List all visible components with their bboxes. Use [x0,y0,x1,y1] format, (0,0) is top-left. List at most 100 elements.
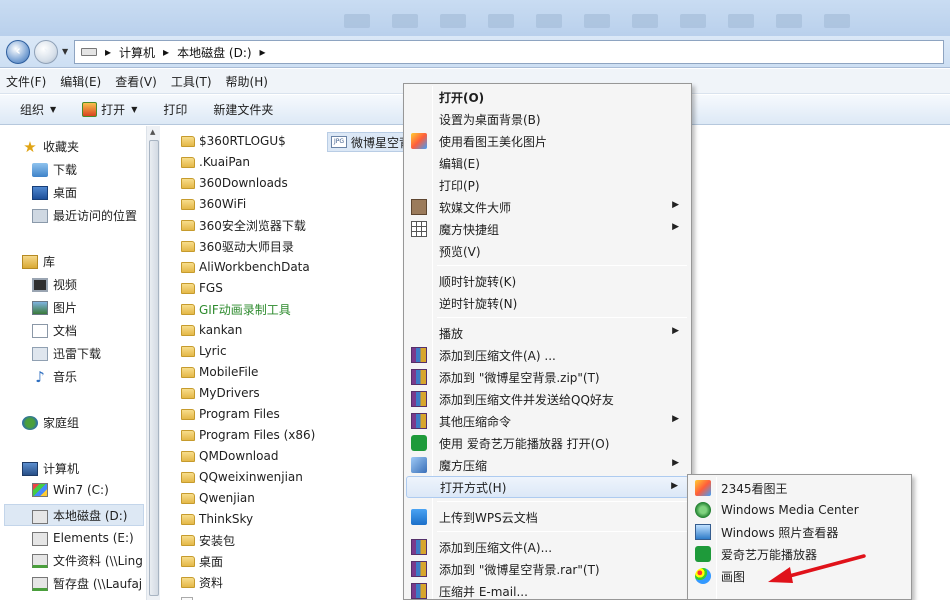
nav-item-drive-c[interactable]: Win7 (C:) [32,483,109,497]
nav-homegroup[interactable]: 家庭组 [22,414,79,431]
list-item[interactable]: Program Files [181,405,280,423]
nav-scrollbar[interactable]: ▲ [146,126,160,600]
list-item[interactable]: 360Downloads [181,174,288,192]
nav-computer[interactable]: 计算机 [22,460,79,477]
breadcrumb-drive-d[interactable]: 本地磁盘 (D:) [177,44,251,61]
list-item[interactable]: Lyric [181,342,227,360]
selected-jpg-file[interactable]: JPG 微博星空背 [327,132,416,152]
menu-help[interactable]: 帮助(H) [226,73,268,90]
menu-item-open[interactable]: 打开(O) [406,86,689,108]
forward-button[interactable]: › [34,40,58,64]
menu-item-label: 添加到 "微博星空背景.zip"(T) [439,370,600,385]
list-item[interactable]: $360RTLOGU$ [181,132,286,150]
menu-view[interactable]: 查看(V) [115,73,157,90]
list-item[interactable]: kankan [181,321,242,339]
menu-item-other-compress[interactable]: 其他压缩命令 ▶ [406,410,689,432]
list-item[interactable]: QQweixinwenjian [181,468,303,486]
nav-item-thunder[interactable]: 迅雷下载 [32,345,101,362]
open-button[interactable]: 打开 ▼ [82,101,137,118]
folder-icon [181,492,195,504]
menu-file[interactable]: 文件(F) [6,73,46,90]
thunder-download-icon [32,346,48,361]
back-button[interactable]: ‹ [6,40,30,64]
menu-tools[interactable]: 工具(T) [171,73,212,90]
breadcrumb-computer[interactable]: 计算机 [119,44,155,61]
nav-item-music[interactable]: ♪ 音乐 [32,368,77,385]
list-item[interactable]: 安装包 [181,531,235,549]
nav-item-drive-d[interactable]: 本地磁盘 (D:) [4,504,144,526]
list-item[interactable]: MobileFile [181,363,258,381]
menu-item-edit[interactable]: 编辑(E) [406,152,689,174]
menu-item-label: 播放 [439,326,464,341]
menu-item-add-zip[interactable]: 添加到 "微博星空背景.zip"(T) [406,366,689,388]
history-dropdown-icon[interactable]: ▼ [62,47,68,56]
nav-item-recent[interactable]: 最近访问的位置 [32,207,137,224]
arrow-shaft [780,554,866,580]
titlebar-blurred-text [584,14,610,28]
nav-item-pictures[interactable]: 图片 [32,299,77,316]
list-item[interactable]: ThinkSky [181,510,253,528]
menu-item-open-with[interactable]: 打开方式(H) ▶ [406,476,689,498]
menu-item-softmedia[interactable]: 软媒文件大师 ▶ [406,196,689,218]
list-item[interactable]: 360安全浏览器下载 [181,216,306,234]
list-item[interactable]: 360驱动大师目录 [181,237,294,255]
open-with-media-center[interactable]: Windows Media Center [690,499,909,521]
list-item[interactable]: QMDownload [181,447,278,465]
list-item[interactable]: 资料 [181,573,223,591]
menu-item-rotate-ccw[interactable]: 逆时针旋转(N) [406,292,689,314]
nav-item-drive-e[interactable]: Elements (E:) [32,529,134,546]
menu-item-add-rar[interactable]: 添加到 "微博星空背景.rar"(T) [406,558,689,580]
nav-item-network-laufaj[interactable]: 暂存盘 (\\Laufaj [32,575,142,592]
menu-item-play[interactable]: 播放 ▶ [406,322,689,344]
new-folder-label: 新建文件夹 [213,103,274,117]
nav-item-desktop[interactable]: 桌面 [32,184,77,201]
list-item[interactable]: Program Files (x86) [181,426,315,444]
list-item[interactable]: 360WiFi [181,195,246,213]
nav-item-videos[interactable]: 视频 [32,276,77,293]
organize-button[interactable]: 组织 ▼ [20,101,56,118]
scrollbar-thumb[interactable] [149,140,159,596]
documents-icon [32,323,48,338]
menu-item-add-archive-2[interactable]: 添加到压缩文件(A)... [406,536,689,558]
menu-item-open-aiqiyi[interactable]: 使用 爱奇艺万能播放器 打开(O) [406,432,689,454]
list-item[interactable]: AliWorkbenchData [181,258,310,276]
list-item[interactable]: Qwenjian [181,489,255,507]
address-breadcrumb[interactable]: ▸ 计算机 ▸ 本地磁盘 (D:) ▸ [74,40,944,64]
nav-label: 迅雷下载 [53,347,102,361]
list-item[interactable] [181,594,197,600]
menu-item-wps-upload[interactable]: 上传到WPS云文档 [406,506,689,528]
nav-item-downloads[interactable]: 下载 [32,161,77,178]
menu-item-compress-email[interactable]: 压缩并 E-mail... [406,580,689,600]
print-button[interactable]: 打印 [163,101,187,118]
nav-item-network-ling[interactable]: 文件资料 (\\Ling [32,552,143,569]
menu-item-rotate-cw[interactable]: 顺时针旋转(K) [406,270,689,292]
open-with-2345[interactable]: 2345看图王 [690,477,909,499]
breadcrumb-separator[interactable]: ▸ [105,45,111,59]
scroll-up-icon[interactable]: ▲ [150,128,155,136]
breadcrumb-separator[interactable]: ▸ [163,45,169,59]
library-icon [22,254,38,269]
breadcrumb-separator[interactable]: ▸ [260,45,266,59]
menu-item-mofang-compress[interactable]: 魔方压缩 ▶ [406,454,689,476]
pic2345-icon [411,133,427,149]
list-item[interactable]: MyDrivers [181,384,260,402]
list-item[interactable]: GIF动画录制工具 [181,300,291,318]
menu-item-beautify[interactable]: 使用看图王美化图片 [406,130,689,152]
nav-item-documents[interactable]: 文档 [32,322,77,339]
menu-item-set-wallpaper[interactable]: 设置为桌面背景(B) [406,108,689,130]
list-item[interactable]: 桌面 [181,552,223,570]
menu-item-preview[interactable]: 预览(V) [406,240,689,262]
menu-item-print[interactable]: 打印(P) [406,174,689,196]
menu-edit[interactable]: 编辑(E) [60,73,101,90]
menu-item-add-archive[interactable]: 添加到压缩文件(A) ... [406,344,689,366]
list-item[interactable]: .KuaiPan [181,153,250,171]
menu-item-mofang-quick[interactable]: 魔方快捷组 ▶ [406,218,689,240]
nav-favorites[interactable]: ★ 收藏夹 [22,138,79,155]
menu-item-send-qq[interactable]: 添加到压缩文件并发送给QQ好友 [406,388,689,410]
new-folder-button[interactable]: 新建文件夹 [213,101,273,118]
nav-libraries[interactable]: 库 [22,253,55,270]
cube-icon [411,457,427,473]
recent-places-icon [32,208,48,223]
list-item[interactable]: FGS [181,279,223,297]
open-with-photo-viewer[interactable]: Windows 照片查看器 [690,521,909,543]
